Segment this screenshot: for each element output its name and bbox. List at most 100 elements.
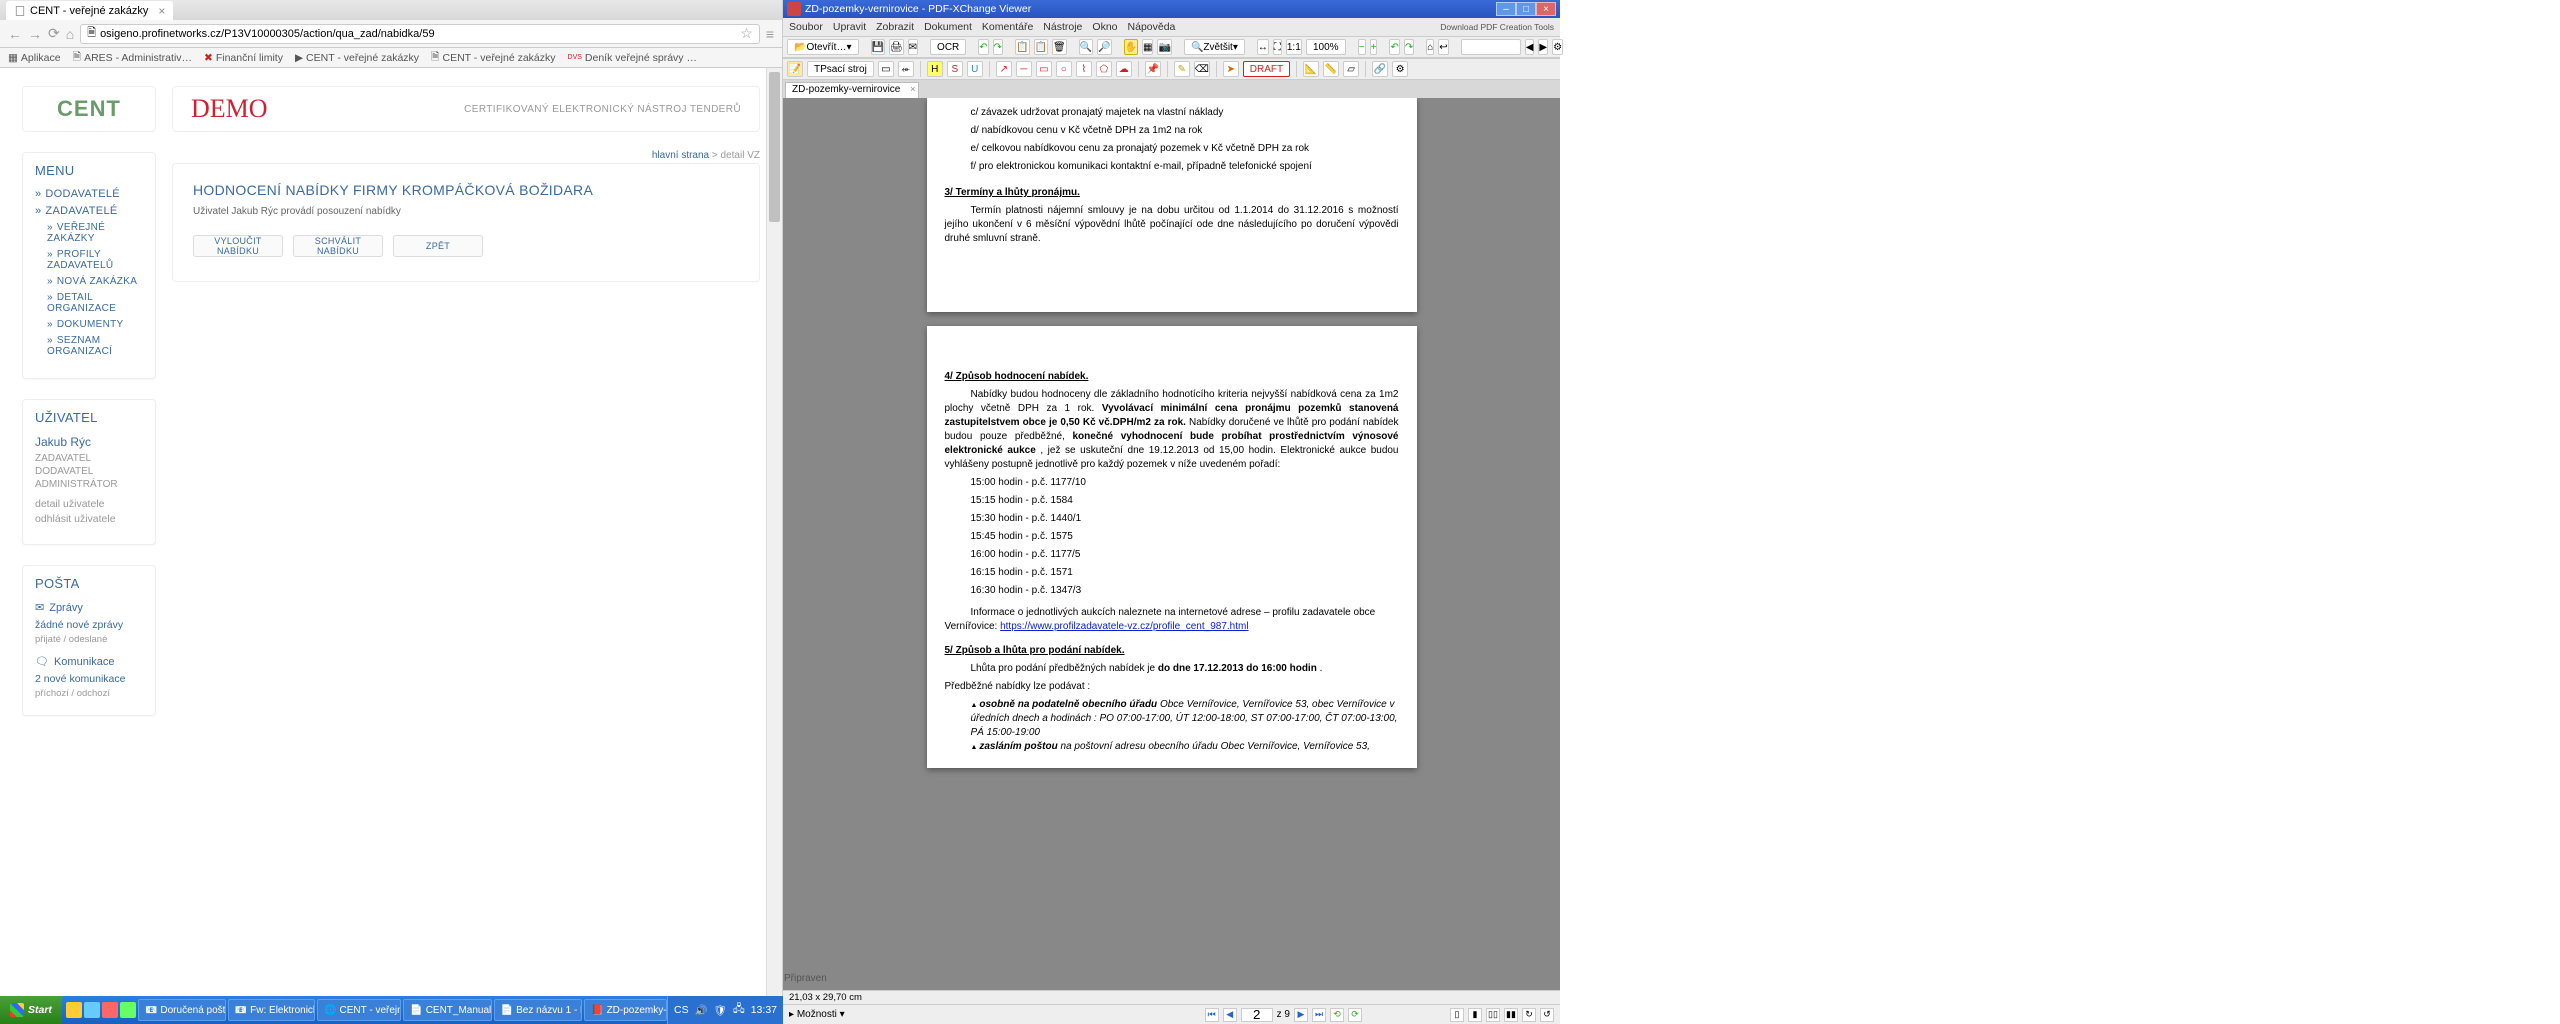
menu-okno[interactable]: Okno: [1092, 21, 1117, 33]
ql-icon[interactable]: [84, 1002, 100, 1018]
start-button[interactable]: Start: [0, 996, 62, 1024]
select-icon[interactable]: ▦: [1142, 39, 1153, 55]
task-manual[interactable]: 📄CENT_Manual_Zada…: [403, 999, 491, 1021]
link-odhlasit[interactable]: odhlásit uživatele: [35, 513, 143, 525]
task-pdf[interactable]: 📕ZD-pozemky-vernir…: [584, 999, 667, 1021]
delete-icon[interactable]: 🗑: [1052, 39, 1067, 55]
measure-perim-icon[interactable]: 📏: [1323, 61, 1339, 77]
nav-last-icon[interactable]: ⏭: [1312, 1008, 1326, 1022]
mail-icon[interactable]: ✉: [908, 39, 918, 55]
close-button[interactable]: ×: [1536, 2, 1556, 16]
oval-icon[interactable]: ○: [1056, 61, 1072, 77]
back-button[interactable]: ZPĚT: [393, 235, 483, 257]
menu-napoveda[interactable]: Nápověda: [1128, 21, 1176, 33]
reload-button[interactable]: ⟳: [48, 25, 60, 42]
paste-icon[interactable]: 📋: [1034, 39, 1048, 55]
copy-icon[interactable]: 📋: [1015, 39, 1029, 55]
rotate-left-icon[interactable]: ↶: [1389, 39, 1399, 55]
rotate-right-icon[interactable]: ↷: [1404, 39, 1414, 55]
stamp-arrow-icon[interactable]: ➤: [1223, 61, 1239, 77]
print-icon[interactable]: 🖨: [889, 39, 904, 55]
link-zpravy[interactable]: ✉Zprávy: [35, 601, 143, 614]
callout-icon[interactable]: ⬰: [898, 61, 914, 77]
brand-logo[interactable]: Download PDF Creation Tools: [1440, 23, 1554, 32]
strikeout-icon[interactable]: S: [947, 61, 963, 77]
search-opts-icon[interactable]: ⚙: [1552, 39, 1563, 55]
menu-item-profily[interactable]: PROFILY ZADAVATELŮ: [35, 249, 143, 271]
page-number-field[interactable]: [1241, 1008, 1273, 1022]
browser-tab[interactable]: CENT - veřejné zakázky ×: [6, 1, 173, 20]
layout-cont-icon[interactable]: ▮: [1468, 1008, 1482, 1022]
task-outlook[interactable]: 📧Doručená pošta - Ou…: [138, 999, 226, 1021]
tab-close-icon[interactable]: ×: [158, 4, 165, 18]
layout-single-icon[interactable]: ▯: [1450, 1008, 1464, 1022]
tray-icon[interactable]: 🔊: [695, 1004, 708, 1017]
home-button[interactable]: ⌂: [66, 26, 74, 42]
menu-item-detail-org[interactable]: DETAIL ORGANIZACE: [35, 292, 143, 314]
link-detail-uzivatele[interactable]: detail uživatele: [35, 498, 143, 510]
rot-ccw-icon[interactable]: ↺: [1540, 1008, 1554, 1022]
bookmark-cent1[interactable]: ▶CENT - veřejné zakázky: [295, 52, 419, 64]
address-bar[interactable]: 🗎 osigeno.profinetworks.cz/P13V10000305/…: [80, 24, 760, 44]
menu-upravit[interactable]: Upravit: [833, 21, 866, 33]
save-icon[interactable]: 💾: [871, 39, 885, 55]
measure-icon[interactable]: 📐: [1303, 61, 1319, 77]
measure-area-icon[interactable]: ▱: [1343, 61, 1359, 77]
polygon-icon[interactable]: ⬠: [1096, 61, 1112, 77]
tray-icon[interactable]: 🖧: [733, 1001, 745, 1019]
tray-icon[interactable]: 🛡: [714, 1004, 727, 1017]
snapshot-icon[interactable]: 📷: [1157, 39, 1171, 55]
clock[interactable]: 13:37: [751, 1004, 777, 1016]
tab-close-icon[interactable]: ×: [910, 84, 915, 94]
bottom-options[interactable]: Možnosti: [797, 1009, 837, 1020]
menu-item-dokumenty[interactable]: DOKUMENTY: [35, 319, 143, 330]
arrow-icon[interactable]: ↗: [996, 61, 1012, 77]
highlight-icon[interactable]: H: [927, 61, 943, 77]
pushpin-icon[interactable]: 📌: [1145, 61, 1161, 77]
zoom-pct-field[interactable]: 100%: [1306, 39, 1346, 55]
find-next-icon[interactable]: 🔎: [1097, 39, 1111, 55]
exclude-button[interactable]: VYLOUČIT NABÍDKU: [193, 235, 283, 257]
profile-url-link[interactable]: https://www.profilzadavatele-vz.cz/profi…: [1000, 621, 1248, 632]
maximize-button[interactable]: □: [1516, 2, 1536, 16]
minimize-button[interactable]: –: [1496, 2, 1516, 16]
redo-icon[interactable]: ↷: [993, 39, 1003, 55]
back-button[interactable]: ←: [8, 26, 22, 42]
task-cent[interactable]: 🌐CENT - veřejné zak…: [317, 999, 401, 1021]
find-icon[interactable]: 🔍: [1079, 39, 1093, 55]
bookmark-limity[interactable]: ✖Finanční limity: [204, 52, 283, 64]
textbox-icon[interactable]: ▭: [878, 61, 894, 77]
rect-icon[interactable]: ▭: [1036, 61, 1052, 77]
approve-button[interactable]: SCHVÁLIT NABÍDKU: [293, 235, 383, 257]
cloud-icon[interactable]: ☁: [1116, 61, 1132, 77]
zoom-in-icon[interactable]: +: [1370, 39, 1378, 55]
menu-soubor[interactable]: Soubor: [789, 21, 823, 33]
btn-open[interactable]: 📂 Otevřít… ▾: [787, 39, 859, 55]
rot-cw-icon[interactable]: ↻: [1522, 1008, 1536, 1022]
logo-cent[interactable]: CENT: [22, 86, 156, 132]
nav-first-icon[interactable]: ⏮: [1205, 1008, 1219, 1022]
fit-page-icon[interactable]: ⛶: [1273, 39, 1282, 55]
page-scrollbar[interactable]: [766, 68, 782, 1024]
breadcrumb-home[interactable]: hlavní strana: [652, 150, 709, 161]
menu-zobrazit[interactable]: Zobrazit: [876, 21, 914, 33]
nav-fwd-icon[interactable]: ⟳: [1348, 1008, 1362, 1022]
stamp-draft[interactable]: DRAFT: [1243, 61, 1290, 77]
menu-item-seznam-org[interactable]: SEZNAM ORGANIZACÍ: [35, 335, 143, 357]
menu-dokument[interactable]: Dokument: [924, 21, 972, 33]
post-recv-label[interactable]: přijaté / odeslané: [35, 634, 143, 645]
note-icon[interactable]: 📝: [787, 61, 803, 77]
chrome-menu-icon[interactable]: ≡: [766, 26, 774, 42]
undo-icon[interactable]: ↶: [978, 39, 988, 55]
bookmark-ares[interactable]: 🗎ARES - Administrativ…: [73, 49, 192, 67]
menu-item-dodavatele[interactable]: DODAVATELÉ: [35, 188, 143, 200]
menu-item-verejne-zakazky[interactable]: VEŘEJNÉ ZAKÁZKY: [35, 222, 143, 244]
search-field[interactable]: [1461, 39, 1521, 55]
search-prev-icon[interactable]: ◀: [1525, 39, 1535, 55]
fit-width-icon[interactable]: ↔: [1257, 39, 1269, 55]
bookmark-dvs[interactable]: DVSDeník veřejné správy …: [568, 52, 697, 64]
bookmark-cent2[interactable]: 🗎CENT - veřejné zakázky: [431, 49, 555, 67]
pencil-icon[interactable]: ✎: [1174, 61, 1190, 77]
hand-tool-icon[interactable]: ✋: [1124, 39, 1138, 55]
layout-cont-facing-icon[interactable]: ▮▮: [1504, 1008, 1518, 1022]
